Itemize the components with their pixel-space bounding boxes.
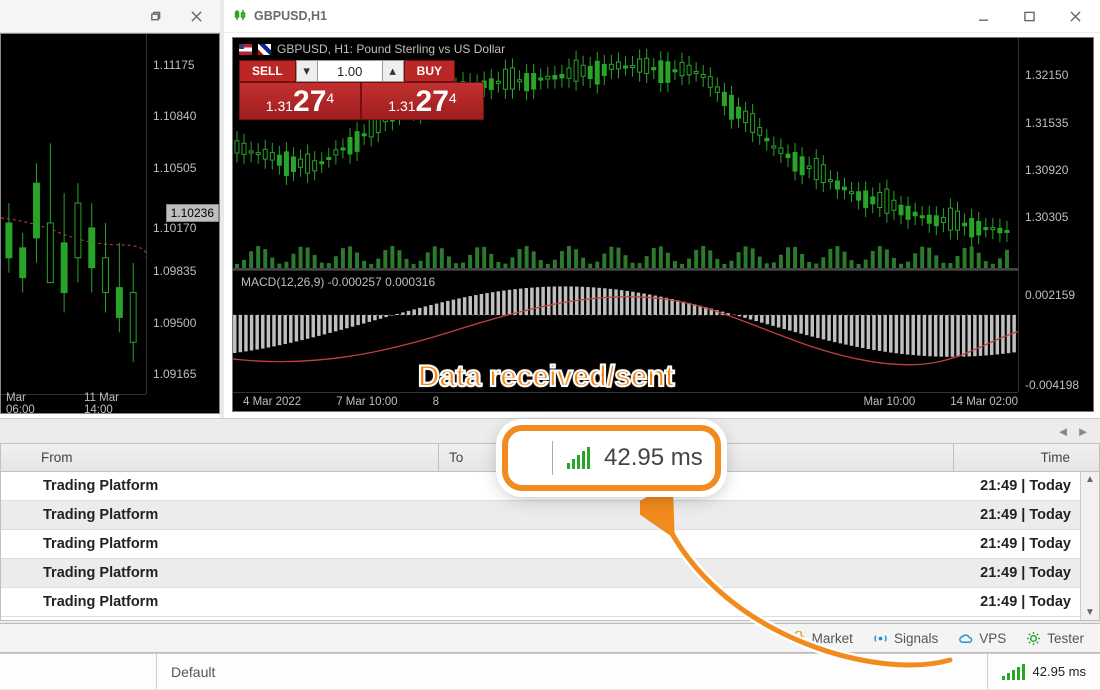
macd-caption: MACD(12,26,9) -0.000257 0.000316 [241, 275, 435, 289]
right-x-axis: 4 Mar 2022 7 Mar 10:00 8 Mar 10:00 14 Ma… [233, 392, 1018, 411]
main-window-titlebar: GBPUSD,H1 [224, 0, 1100, 33]
log-cell-to [439, 530, 954, 558]
lot-dropdown-button[interactable]: ▾ [296, 60, 318, 82]
buy-button[interactable]: BUY [404, 60, 455, 82]
left-x-axis: Mar 06:00 11 Mar 14:00 [1, 394, 146, 413]
log-cell-from: Trading Platform [31, 588, 439, 616]
restore-button[interactable] [136, 4, 174, 28]
log-cell-from: Trading Platform [31, 501, 439, 529]
scroll-up-icon[interactable]: ▲ [1085, 474, 1095, 485]
log-cell-to [439, 559, 954, 587]
minimize-button[interactable] [964, 4, 1002, 28]
signal-bars-icon [567, 447, 590, 469]
gbpusd-chart-area[interactable]: GBPUSD, H1: Pound Sterling vs US Dollar … [232, 37, 1094, 412]
close-button[interactable] [1056, 4, 1094, 28]
annotation-label: Data received/sent [418, 360, 674, 394]
chart-caption: GBPUSD, H1: Pound Sterling vs US Dollar [239, 42, 505, 56]
candlestick-icon [234, 9, 246, 24]
tab-market[interactable]: Market [791, 631, 853, 646]
status-profile[interactable]: Default [156, 654, 756, 689]
current-price-tag: 1.10236 [166, 204, 219, 222]
log-cell-time: 21:49 | Today [954, 472, 1099, 500]
bottom-tabs-bar: Market Signals VPS Tester [0, 623, 1100, 653]
scroll-left-button[interactable]: ◄ [1056, 424, 1070, 438]
status-bar: Default 42.95 ms [0, 653, 1100, 689]
scroll-right-button[interactable]: ► [1076, 424, 1090, 438]
table-row[interactable]: Trading Platform 21:49 | Today [1, 501, 1099, 530]
log-cell-from: Trading Platform [31, 530, 439, 558]
bid-price-box[interactable]: 1.31 27 4 [239, 82, 361, 120]
sell-button[interactable]: SELL [239, 60, 296, 82]
log-cell-to [439, 588, 954, 616]
left-candlestick-chart [1, 34, 146, 394]
log-scrollbar[interactable]: ▲ ▼ [1080, 472, 1099, 620]
connection-latency: 42.95 ms [1033, 664, 1086, 679]
log-cell-from: Trading Platform [31, 559, 439, 587]
log-cell-time: 21:49 | Today [954, 559, 1099, 587]
log-cell-from: Trading Platform [31, 472, 439, 500]
log-cell-time: 21:49 | Today [954, 501, 1099, 529]
log-col-time[interactable]: Time [954, 444, 1080, 471]
log-col-from[interactable]: From [31, 444, 439, 471]
tab-signals[interactable]: Signals [873, 631, 938, 646]
annotation-callout: 42.95 ms [502, 425, 721, 491]
table-row[interactable]: Trading Platform 21:49 | Today [1, 530, 1099, 559]
signals-icon [873, 631, 888, 646]
table-row[interactable]: Trading Platform 21:49 | Today [1, 588, 1099, 617]
basket-icon [791, 631, 806, 646]
left-window-titlebar [0, 0, 220, 33]
lot-size-input: ▾ 1.00 ▴ [296, 60, 404, 82]
one-click-trade-panel: SELL ▾ 1.00 ▴ BUY 1.31 27 4 1.31 [239, 60, 484, 120]
cloud-icon [958, 631, 973, 646]
annotation-latency: 42.95 ms [604, 444, 703, 472]
table-row[interactable]: Trading Platform 21:49 | Today [1, 559, 1099, 588]
left-chart-window: 1.11175 1.10840 1.10505 1.10170 1.09835 … [0, 0, 220, 418]
lot-value[interactable]: 1.00 [318, 60, 382, 82]
flag-us-icon [239, 44, 252, 55]
main-chart-window: GBPUSD,H1 GBPUSD, H1: Pound Sterling vs … [224, 0, 1100, 418]
log-cell-time: 21:49 | Today [954, 588, 1099, 616]
connection-status[interactable]: 42.95 ms [987, 654, 1100, 689]
window-title: GBPUSD,H1 [254, 9, 327, 23]
right-y-axis: 1.32150 1.31535 1.30920 1.30305 0.002159… [1018, 38, 1093, 392]
tab-tester[interactable]: Tester [1026, 631, 1084, 646]
status-cell-empty [0, 654, 156, 689]
signal-bars-icon [1002, 664, 1025, 680]
ask-price-box[interactable]: 1.31 27 4 [361, 82, 484, 120]
close-button[interactable] [177, 4, 215, 28]
tab-vps[interactable]: VPS [958, 631, 1006, 646]
lot-step-up-button[interactable]: ▴ [382, 60, 404, 82]
maximize-button[interactable] [1010, 4, 1048, 28]
log-cell-time: 21:49 | Today [954, 530, 1099, 558]
scroll-down-icon[interactable]: ▼ [1085, 607, 1095, 618]
gear-icon [1026, 631, 1041, 646]
log-cell-to [439, 501, 954, 529]
left-chart-area[interactable]: 1.11175 1.10840 1.10505 1.10170 1.09835 … [0, 33, 220, 414]
left-y-axis: 1.11175 1.10840 1.10505 1.10170 1.09835 … [146, 34, 219, 394]
flag-gb-icon [258, 44, 271, 55]
